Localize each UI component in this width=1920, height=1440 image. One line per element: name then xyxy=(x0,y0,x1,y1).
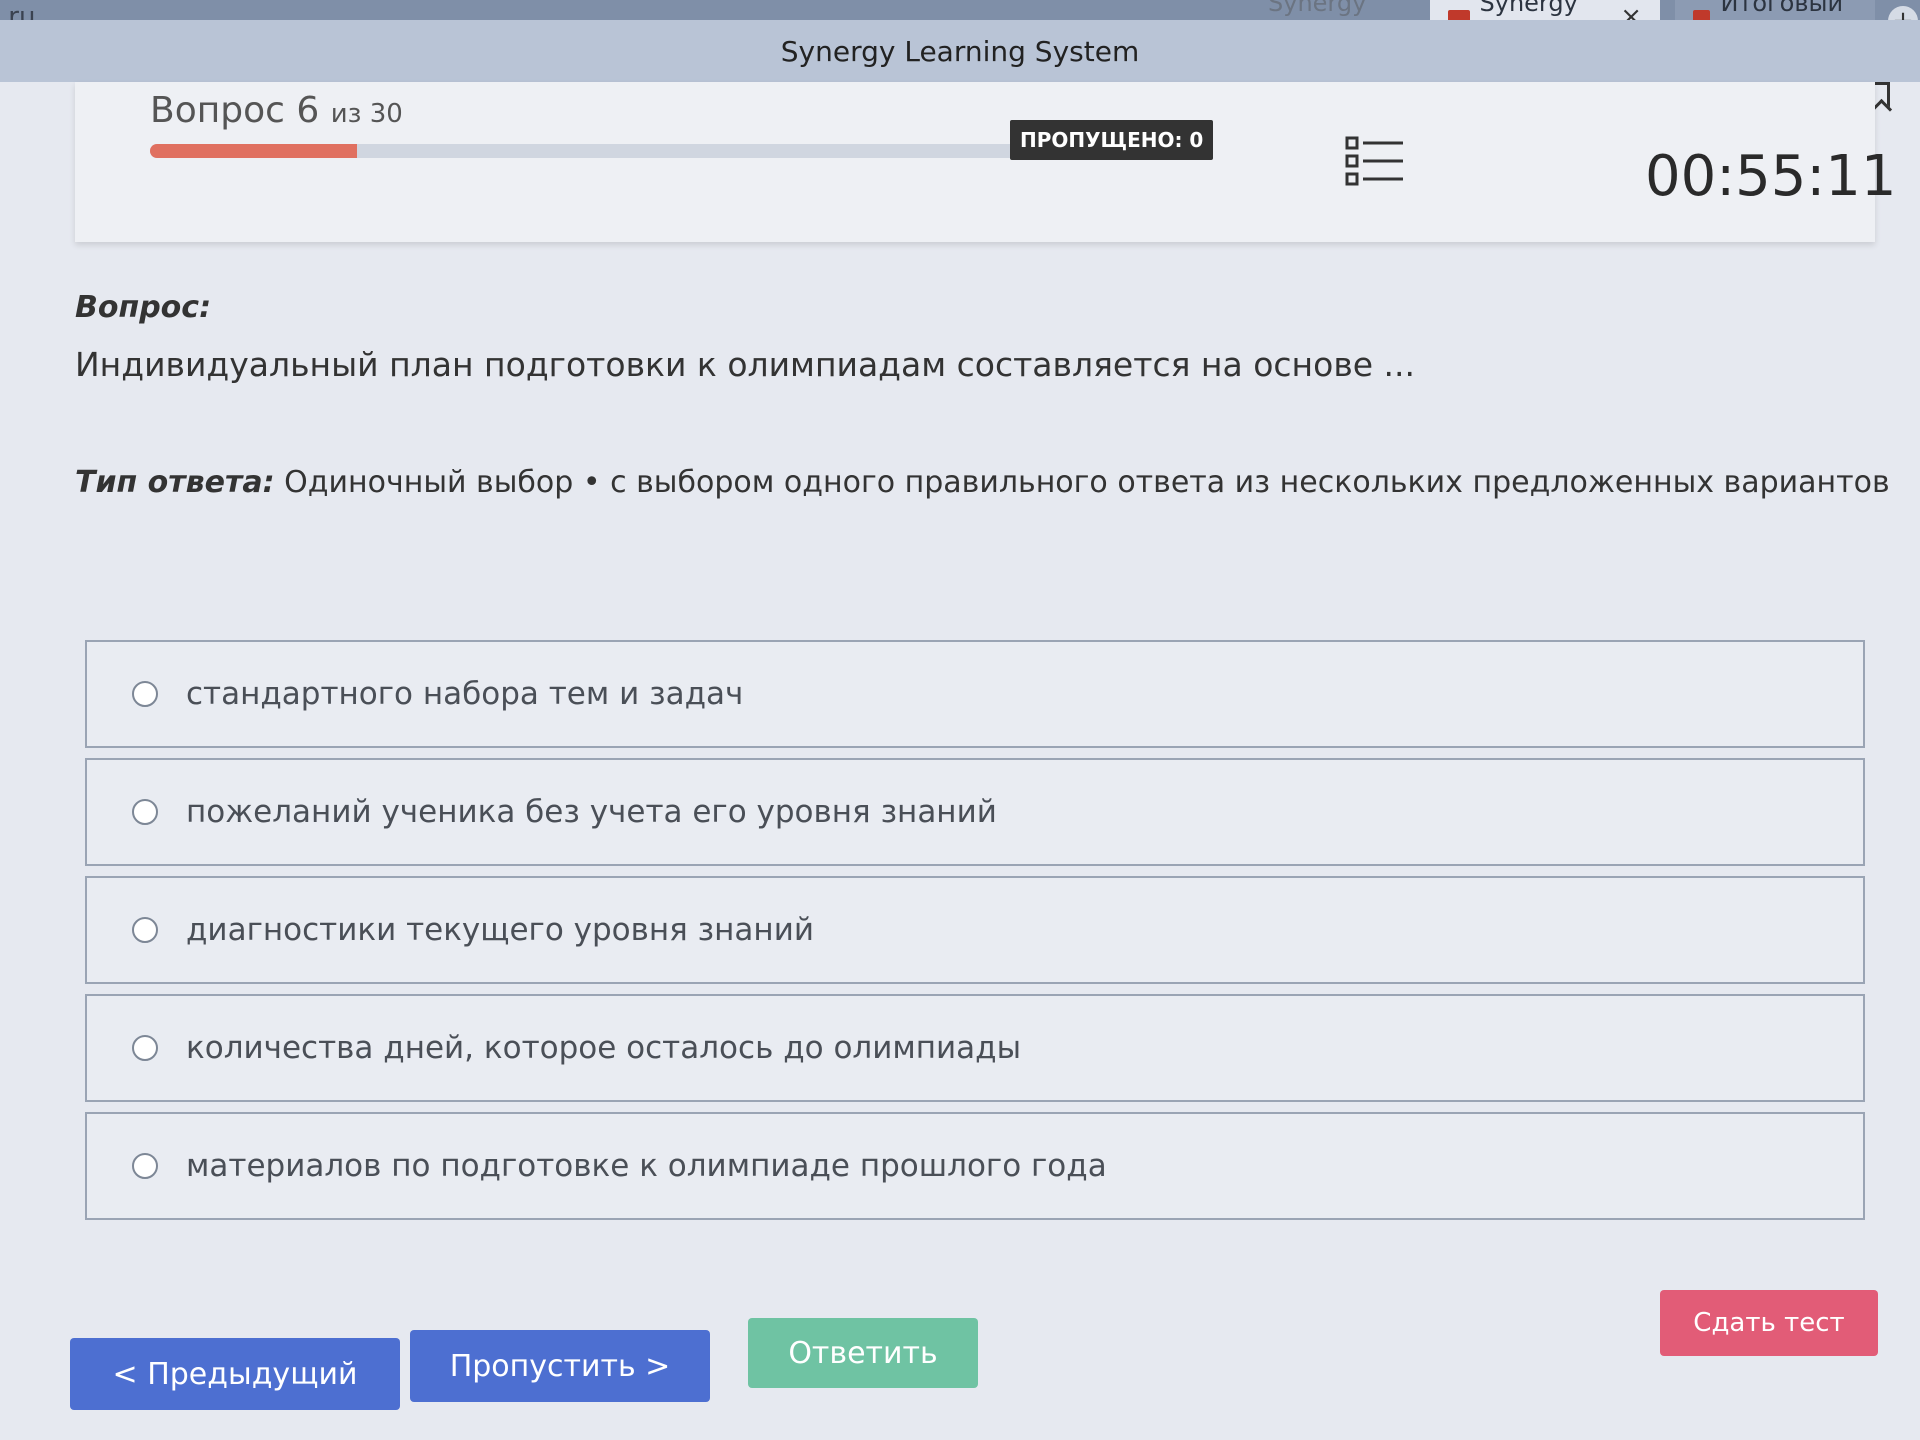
skipped-badge: ПРОПУЩЕНО: 0 xyxy=(1010,120,1214,160)
answer-button[interactable]: Ответить xyxy=(748,1318,978,1388)
answer-type: Тип ответа: Одиночный выбор • с выбором … xyxy=(75,465,1890,500)
window-title-bar: Synergy Learning System xyxy=(0,20,1920,82)
radio-button[interactable] xyxy=(132,1153,158,1179)
test-header: Вопрос 6 из 30 ПРОПУЩЕНО: 0 00:55:11 xyxy=(75,82,1897,242)
answer-option[interactable]: количества дней, которое осталось до оли… xyxy=(85,994,1865,1102)
skip-button[interactable]: Пропустить > xyxy=(410,1330,710,1402)
question-list-icon[interactable] xyxy=(1345,134,1405,190)
answer-options: стандартного набора тем и задач пожелани… xyxy=(85,640,1865,1230)
question-total: из 30 xyxy=(330,99,403,129)
option-text: материалов по подготовке к олимпиаде про… xyxy=(186,1148,1107,1184)
answer-option[interactable]: стандартного набора тем и задач xyxy=(85,640,1865,748)
timer: 00:55:11 xyxy=(1645,144,1897,209)
progress-fill xyxy=(150,144,357,158)
radio-button[interactable] xyxy=(132,917,158,943)
question-text: Индивидуальный план подготовки к олимпиа… xyxy=(75,345,1416,384)
window-title: Synergy Learning System xyxy=(780,34,1140,68)
question-number: Вопрос 6 xyxy=(150,90,320,131)
option-text: стандартного набора тем и задач xyxy=(186,676,744,712)
answer-type-text: Одиночный выбор • с выбором одного прави… xyxy=(284,465,1890,500)
radio-button[interactable] xyxy=(132,799,158,825)
previous-button[interactable]: < Предыдущий xyxy=(70,1338,400,1410)
radio-button[interactable] xyxy=(132,1035,158,1061)
answer-option[interactable]: диагностики текущего уровня знаний xyxy=(85,876,1865,984)
answer-option[interactable]: материалов по подготовке к олимпиаде про… xyxy=(85,1112,1865,1220)
option-text: диагностики текущего уровня знаний xyxy=(186,912,814,948)
question-counter: Вопрос 6 из 30 xyxy=(150,90,403,131)
option-text: количества дней, которое осталось до оли… xyxy=(186,1030,1022,1066)
option-text: пожеланий ученика без учета его уровня з… xyxy=(186,794,997,830)
radio-button[interactable] xyxy=(132,681,158,707)
submit-test-button[interactable]: Сдать тест xyxy=(1660,1290,1878,1356)
answer-option[interactable]: пожеланий ученика без учета его уровня з… xyxy=(85,758,1865,866)
answer-type-label: Тип ответа: xyxy=(75,465,275,500)
question-label: Вопрос: xyxy=(75,290,212,325)
